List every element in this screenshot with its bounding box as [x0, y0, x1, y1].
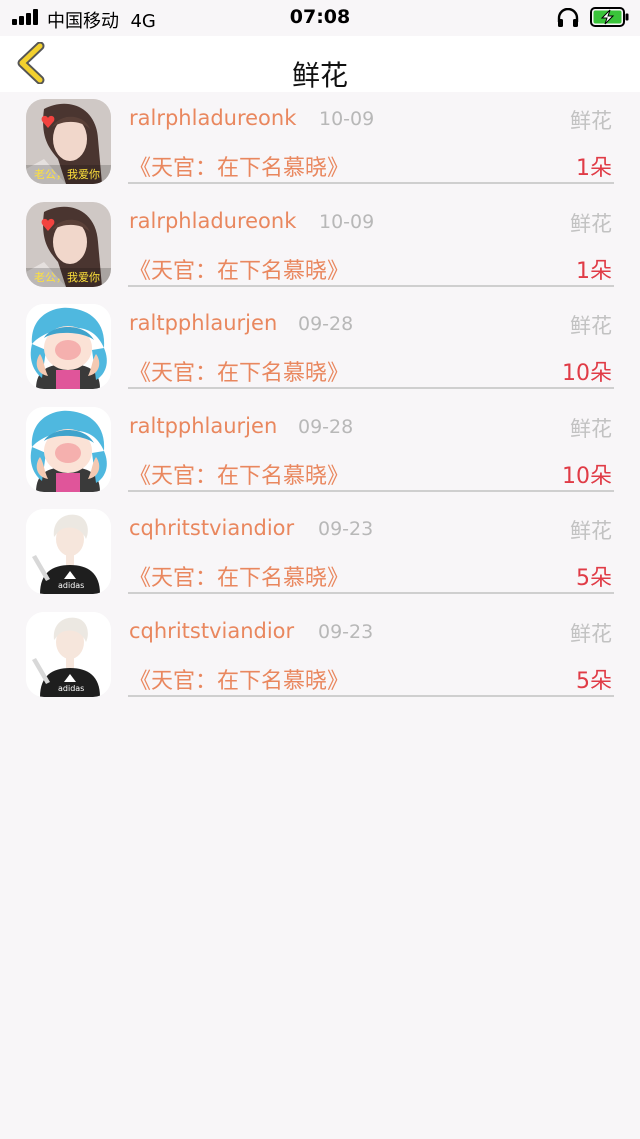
record-date: 09-23 — [318, 518, 374, 541]
book-title[interactable]: 《天官：在下名慕晓》 — [129, 560, 349, 592]
gift-type: 鲜花 — [570, 109, 612, 133]
list-item[interactable]: adidas cqhritstviandior 09-23 鲜花 《天官：在下名… — [0, 502, 640, 605]
divider — [128, 182, 614, 184]
divider — [128, 284, 614, 287]
divider — [128, 592, 614, 595]
username[interactable]: raltpphlaurjen — [129, 414, 277, 438]
gift-type: 鲜花 — [570, 519, 612, 544]
username[interactable]: ralrphladureonk — [129, 209, 296, 233]
record-date: 09-28 — [298, 313, 354, 336]
status-bar: 中国移动 4G 07:08 — [0, 0, 640, 36]
flower-record-list: 老公，我爱你 ralrphladureonk 10-09 鲜花 《天官：在下名慕… — [0, 92, 640, 708]
nav-bar: 鲜花 — [0, 36, 640, 92]
list-item[interactable]: adidas cqhritstviandior 09-23 鲜花 《天官：在下名… — [0, 605, 640, 708]
gift-type: 鲜花 — [570, 621, 612, 646]
record-date: 09-28 — [298, 415, 354, 438]
avatar[interactable] — [26, 406, 111, 492]
list-item[interactable]: raltpphlaurjen 09-28 鲜花 《天官：在下名慕晓》 10朵 — [0, 297, 640, 400]
svg-text:老公，我爱你: 老公，我爱你 — [34, 271, 100, 284]
book-title[interactable]: 《天官：在下名慕晓》 — [129, 458, 349, 490]
username[interactable]: raltpphlaurjen — [129, 311, 277, 335]
record-date: 10-09 — [319, 108, 375, 130]
flower-count: 10朵 — [562, 361, 612, 387]
gift-type: 鲜花 — [570, 211, 612, 236]
headphones-icon — [556, 7, 580, 32]
svg-text:adidas: adidas — [58, 684, 84, 693]
flower-count: 5朵 — [576, 566, 612, 592]
flower-count: 10朵 — [562, 463, 612, 489]
status-time: 07:08 — [289, 6, 351, 28]
username[interactable]: cqhritstviandior — [129, 619, 294, 643]
flower-count: 1朵 — [576, 258, 612, 284]
page-title: 鲜花 — [291, 59, 348, 92]
list-item[interactable]: 老公，我爱你 ralrphladureonk 10-09 鲜花 《天官：在下名慕… — [0, 92, 640, 195]
avatar[interactable]: adidas — [26, 611, 111, 697]
svg-text:老公，我爱你: 老公，我爱你 — [34, 168, 100, 181]
book-title[interactable]: 《天官：在下名慕晓》 — [129, 355, 349, 387]
username[interactable]: ralrphladureonk — [129, 106, 296, 130]
list-item[interactable]: 老公，我爱你 ralrphladureonk 10-09 鲜花 《天官：在下名慕… — [0, 195, 640, 298]
avatar[interactable]: 老公，我爱你 — [26, 201, 111, 287]
flower-count: 1朵 — [576, 156, 612, 181]
flower-count: 5朵 — [576, 668, 612, 694]
username[interactable]: cqhritstviandior — [129, 516, 294, 540]
book-title[interactable]: 《天官：在下名慕晓》 — [129, 253, 349, 285]
avatar[interactable]: 老公，我爱你 — [26, 99, 111, 184]
record-date: 09-23 — [318, 620, 374, 643]
divider — [128, 694, 614, 697]
avatar[interactable] — [26, 304, 111, 390]
battery-charging-icon — [590, 7, 630, 27]
book-title[interactable]: 《天官：在下名慕晓》 — [129, 150, 349, 182]
gift-type: 鲜花 — [570, 314, 612, 339]
record-date: 10-09 — [319, 210, 375, 233]
divider — [128, 387, 614, 390]
avatar[interactable]: adidas — [26, 509, 111, 595]
gift-type: 鲜花 — [570, 416, 612, 441]
svg-text:adidas: adidas — [58, 581, 84, 590]
divider — [128, 489, 614, 492]
book-title[interactable]: 《天官：在下名慕晓》 — [129, 663, 349, 695]
list-item[interactable]: raltpphlaurjen 09-28 鲜花 《天官：在下名慕晓》 10朵 — [0, 400, 640, 503]
